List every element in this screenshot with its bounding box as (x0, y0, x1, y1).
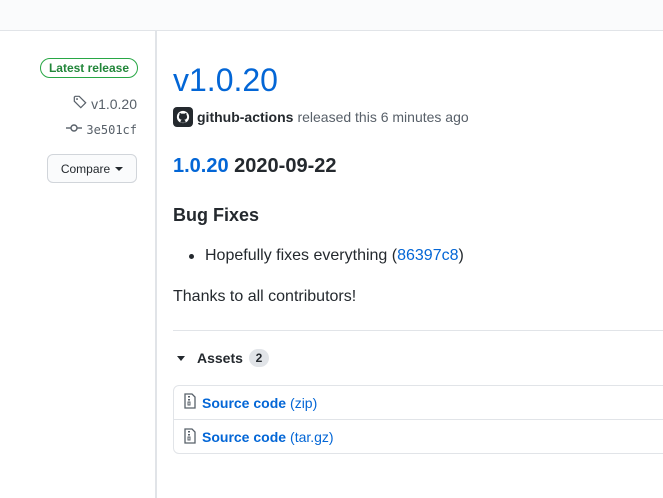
release-author-link[interactable]: github-actions (197, 109, 293, 125)
triangle-down-icon (177, 355, 185, 361)
latest-release-badge: Latest release (39, 58, 138, 78)
bullet-text: Hopefully fixes everything ( (205, 247, 398, 264)
release-sidebar: Latest release v1.0.20 3e501cf Compare (0, 31, 157, 498)
release-tag-link[interactable]: v1.0.20 (73, 95, 137, 112)
tag-icon (73, 95, 91, 112)
bug-fixes-heading: Bug Fixes (173, 205, 260, 225)
compare-label: Compare (60, 161, 111, 176)
release-byline: github-actions released this 6 minutes a… (173, 107, 469, 127)
asset-name: Source code (202, 394, 287, 411)
asset-format: (zip) (290, 394, 318, 411)
top-header-strip (0, 0, 663, 31)
bullet-close: ) (458, 247, 464, 264)
section-divider (173, 330, 663, 331)
assets-toggle[interactable]: Assets 2 (177, 349, 269, 367)
commit-link[interactable]: 86397c8 (397, 245, 458, 267)
release-date: 2020-09-22 (234, 155, 337, 177)
assets-list: Source code (zip) Source code (tar.gz) (173, 385, 663, 454)
release-title[interactable]: v1.0.20 (173, 61, 278, 99)
tag-label: v1.0.20 (91, 95, 137, 112)
assets-count-badge: 2 (248, 349, 269, 367)
assets-label: Assets (197, 350, 243, 366)
list-item: Hopefully fixes everything (86397c8) (189, 245, 464, 267)
bullet-dot (189, 253, 194, 259)
asset-format: (tar.gz) (290, 429, 334, 445)
file-zip-icon (184, 393, 202, 412)
commit-sha: 3e501cf (86, 122, 137, 137)
version-compare-link[interactable]: 1.0.20 (173, 155, 229, 177)
caret-down-icon (115, 166, 124, 171)
asset-name: Source code (202, 429, 287, 445)
git-commit-icon (66, 122, 86, 137)
asset-targz-link[interactable]: Source code (tar.gz) (174, 420, 663, 454)
compare-button[interactable]: Compare (47, 154, 137, 183)
github-mark-icon[interactable] (173, 107, 193, 127)
thanks-text: Thanks to all contributors! (173, 288, 357, 305)
version-heading: 1.0.20 2020-09-22 (173, 153, 336, 179)
release-commit-link[interactable]: 3e501cf (66, 122, 137, 137)
file-zip-icon (184, 427, 202, 447)
release-time-text: released this 6 minutes ago (297, 109, 469, 125)
asset-zip-link[interactable]: Source code (zip) (174, 386, 663, 420)
release-body: v1.0.20 github-actions released this 6 m… (173, 31, 663, 498)
